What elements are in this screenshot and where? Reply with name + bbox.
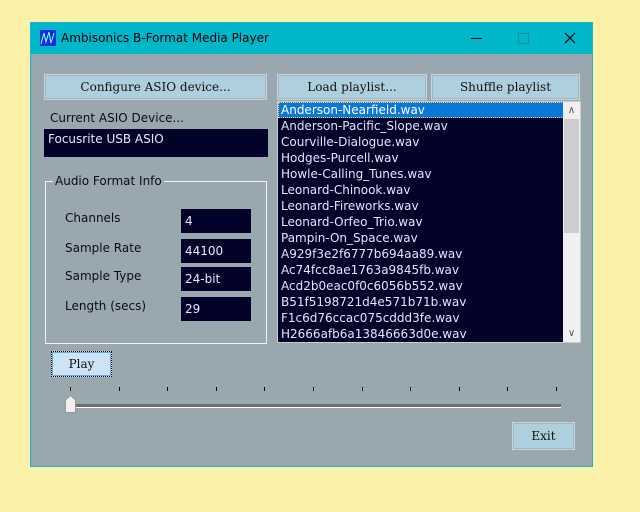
playlist-item[interactable]: Acd2b0eac0f0c6056b552.wav [278, 278, 580, 294]
configure-asio-button[interactable]: Configure ASIO device... [44, 74, 267, 100]
slider-tick [410, 387, 412, 391]
window-title: Ambisonics B-Format Media Player [61, 31, 269, 45]
slider-tick [458, 387, 460, 391]
playlist-item[interactable]: Anderson-Nearfield.wav [278, 102, 580, 118]
close-icon [564, 32, 576, 44]
scroll-down-arrow-icon[interactable]: ∨ [563, 325, 580, 342]
playlist-item[interactable]: Leonard-Fireworks.wav [278, 198, 580, 214]
slider-tick [313, 387, 314, 391]
position-slider[interactable] [65, 383, 561, 417]
playlist-item[interactable]: A929f3e2f6777b694aa89.wav [278, 246, 580, 262]
playlist-item[interactable]: Leonard-Orfeo_Trio.wav [278, 214, 580, 230]
title-bar[interactable]: Ambisonics B-Format Media Player [31, 23, 592, 54]
slider-tick [215, 387, 217, 391]
slider-tick [118, 387, 120, 391]
playlist-item[interactable]: H2666afb6a13846663d0e.wav [278, 326, 580, 342]
channels-label: Channels [65, 211, 121, 225]
load-playlist-button[interactable]: Load playlist... [277, 74, 427, 100]
playlist-item[interactable]: B51f5198721d4e571b71b.wav [278, 294, 580, 310]
length-value: 29 [181, 297, 251, 321]
slider-tick [70, 387, 71, 391]
playlist-item[interactable]: Ac74fcc8ae1763a9845fb.wav [278, 262, 580, 278]
slider-tick [556, 387, 557, 391]
shuffle-playlist-button[interactable]: Shuffle playlist [431, 74, 580, 100]
playlist-listbox[interactable]: Anderson-Nearfield.wav Anderson-Pacific_S… [277, 101, 581, 343]
slider-tick [264, 387, 266, 391]
playlist-item[interactable]: Pampin-On_Space.wav [278, 230, 580, 246]
playlist-items: Anderson-Nearfield.wav Anderson-Pacific_S… [278, 102, 580, 342]
slider-thumb[interactable] [65, 394, 76, 413]
scrollbar-thumb[interactable] [564, 119, 579, 233]
play-button[interactable]: Play [51, 351, 112, 377]
playlist-item[interactable]: Howle-Calling_Tunes.wav [278, 166, 580, 182]
playlist-scrollbar[interactable]: ∧ ∨ [563, 102, 580, 342]
slider-tick [507, 387, 509, 391]
playlist-item[interactable]: Courville-Dialogue.wav [278, 134, 580, 150]
close-button[interactable] [547, 23, 593, 54]
playlist-item[interactable]: F1c6d76ccac075cddd3fe.wav [278, 310, 580, 326]
current-device-label: Current ASIO Device... [50, 111, 184, 125]
minimize-button[interactable] [453, 23, 499, 54]
main-window: Ambisonics B-Format Media Player Configu… [30, 22, 593, 467]
sample-type-value: 24-bit [181, 267, 251, 291]
sample-type-label: Sample Type [65, 269, 142, 283]
channels-value: 4 [181, 209, 251, 233]
slider-tick [167, 387, 169, 391]
current-device-value: Focusrite USB ASIO [44, 129, 268, 157]
sample-rate-label: Sample Rate [65, 241, 142, 255]
exit-button[interactable]: Exit [512, 422, 575, 450]
app-waveform-icon [40, 30, 56, 46]
length-label: Length (secs) [65, 299, 147, 313]
slider-tick [361, 387, 363, 391]
maximize-button[interactable] [500, 23, 546, 54]
slider-track[interactable] [67, 404, 561, 408]
playlist-item[interactable]: Hodges-Purcell.wav [278, 150, 580, 166]
sample-rate-value: 44100 [181, 239, 251, 263]
playlist-item[interactable]: Leonard-Chinook.wav [278, 182, 580, 198]
audio-format-title: Audio Format Info [53, 174, 164, 188]
playlist-item[interactable]: Anderson-Pacific_Slope.wav [278, 118, 580, 134]
scroll-up-arrow-icon[interactable]: ∧ [563, 102, 580, 119]
